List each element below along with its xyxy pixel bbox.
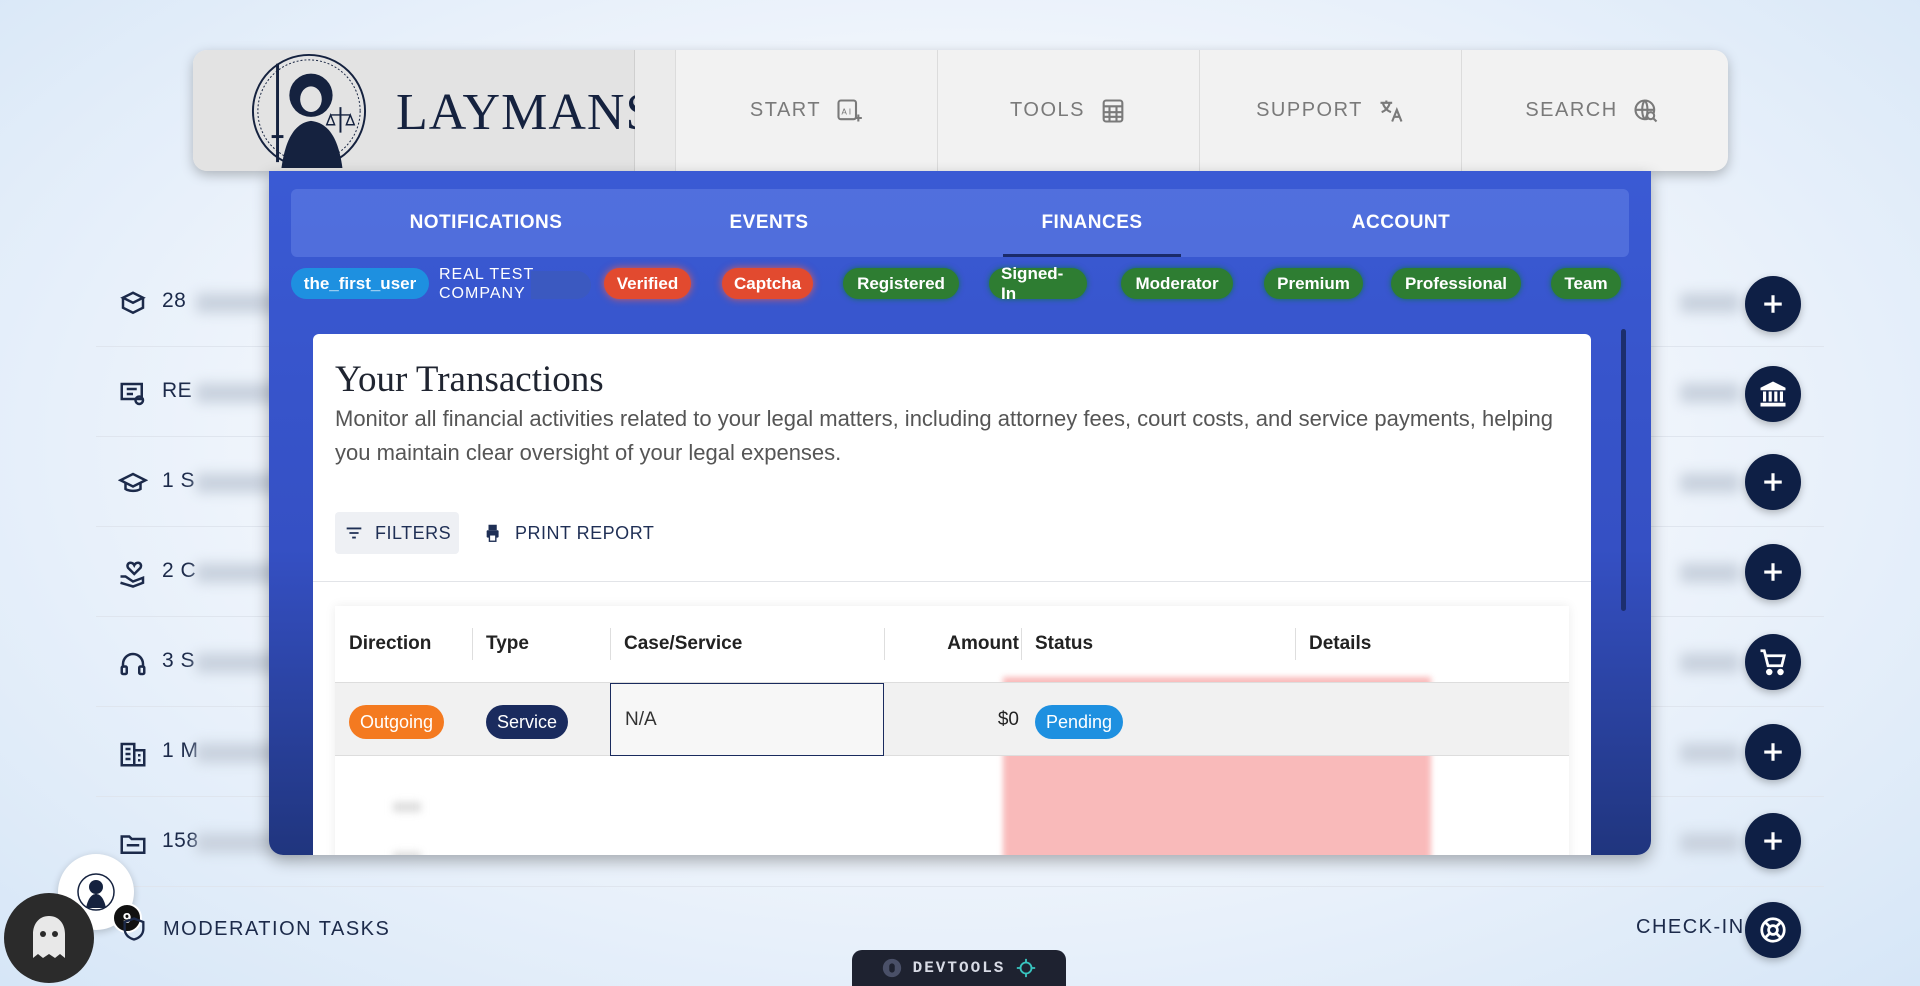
crosshair-icon: [1017, 958, 1036, 978]
calculator-icon: [1102, 98, 1124, 123]
company-name: REAL TEST COMPANY: [439, 266, 534, 302]
check-in-button[interactable]: [1745, 902, 1801, 958]
page-title: Your Transactions: [335, 359, 604, 400]
column-header[interactable]: Type: [472, 606, 610, 682]
plus-icon: [1764, 473, 1782, 491]
brand-name: LAYMANS: [396, 84, 656, 141]
add-button[interactable]: [1745, 724, 1801, 780]
add-button[interactable]: [1745, 276, 1801, 332]
status-badge: Premium: [1264, 268, 1363, 299]
transactions-card: Your Transactions Monitor all financial …: [313, 334, 1591, 855]
brand-home-link[interactable]: LAYMANS: [193, 50, 654, 171]
list-item-label: 1 M: [162, 739, 199, 762]
list-item-label: 2 C: [162, 559, 197, 582]
status-badge: Captcha: [722, 268, 813, 299]
status-badge: Moderator: [1121, 268, 1233, 299]
tab-notifications[interactable]: NOTIFICATIONS: [371, 189, 601, 257]
column-header[interactable]: Case/Service: [610, 606, 884, 682]
status-badge: Signed-In: [989, 264, 1087, 303]
folder-icon: [118, 829, 148, 859]
ai-sparkle-icon: AI: [837, 98, 862, 121]
lifebuoy-icon: [1760, 917, 1786, 943]
status-badge: Pending: [1035, 705, 1124, 739]
search-globe-icon: [1634, 98, 1657, 122]
lady-justice-logo-icon: [77, 873, 115, 911]
shield-lock-icon: [882, 958, 901, 978]
certificate-icon: [118, 379, 148, 409]
add-button[interactable]: [1745, 454, 1801, 510]
column-header[interactable]: Direction: [335, 606, 472, 682]
check-in-label[interactable]: CHECK-IN: [1636, 916, 1745, 939]
box-hand-icon: [118, 289, 148, 319]
plus-icon: [1764, 563, 1782, 581]
tab-events[interactable]: EVENTS: [679, 189, 859, 257]
building-icon: [118, 739, 148, 769]
plus-icon: [1764, 832, 1782, 850]
list-item-label: 3 S: [162, 649, 196, 672]
list-item-label: 28: [162, 289, 187, 312]
username-chip[interactable]: the_first_user: [291, 268, 429, 299]
list-item-label: 158: [162, 829, 199, 852]
status-badge: Professional: [1391, 268, 1521, 299]
top-navigation: LAYMANS START AI TOOLS SUPPORT SEARCH: [193, 50, 1728, 171]
transactions-table: Direction Type Case/Service Amount Statu…: [335, 606, 1569, 855]
tab-finances[interactable]: FINANCES: [1003, 189, 1181, 257]
list-item-label: RE: [162, 379, 193, 402]
nav-start[interactable]: START AI: [675, 50, 937, 171]
headset-icon: [118, 649, 148, 679]
column-header[interactable]: Status: [1021, 606, 1295, 682]
svg-text:AI: AI: [842, 106, 854, 116]
page-description: Monitor all financial activities related…: [335, 406, 1553, 465]
cart-button[interactable]: [1745, 634, 1801, 690]
dashboard-panel: NOTIFICATIONS EVENTS FINANCES ACCOUNT th…: [269, 171, 1651, 855]
filters-button[interactable]: FILTERS: [335, 512, 460, 554]
tab-bar: NOTIFICATIONS EVENTS FINANCES ACCOUNT: [291, 189, 1629, 257]
status-badge: Verified: [604, 268, 691, 299]
case-service-cell[interactable]: N/A: [610, 683, 884, 756]
type-badge: Service: [486, 705, 569, 739]
ghost-avatar-icon: [33, 916, 65, 958]
column-header[interactable]: Amount: [884, 606, 1019, 682]
hand-heart-icon: [118, 559, 148, 589]
nav-tools[interactable]: TOOLS: [937, 50, 1199, 171]
scrollbar-thumb[interactable]: [1621, 329, 1626, 611]
print-report-button[interactable]: PRINT REPORT: [475, 512, 662, 554]
plus-icon: [1764, 295, 1782, 313]
bank-icon: [1760, 381, 1786, 407]
lady-justice-logo-icon: [251, 53, 367, 169]
filter-icon: [346, 527, 362, 539]
plus-icon: [1764, 743, 1782, 761]
moderation-tasks-link[interactable]: MODERATION TASKS: [163, 918, 390, 941]
cart-icon: [1760, 649, 1787, 676]
translate-icon: [1380, 100, 1403, 122]
table-row[interactable]: Outgoing Service N/A $0 Pending: [335, 682, 1569, 756]
add-button[interactable]: [1745, 813, 1801, 869]
shield-icon: [123, 917, 145, 941]
bank-button[interactable]: [1745, 366, 1801, 422]
amount-cell: $0: [997, 708, 1019, 730]
tab-account[interactable]: ACCOUNT: [1301, 189, 1501, 257]
column-header[interactable]: Details: [1295, 606, 1569, 682]
graduation-cap-icon: [117, 469, 149, 499]
scrollbar[interactable]: [1619, 323, 1627, 845]
direction-badge: Outgoing: [349, 705, 445, 739]
status-badge: Team: [1551, 268, 1621, 299]
list-item-label: 1 S: [162, 469, 196, 492]
nav-support[interactable]: SUPPORT: [1199, 50, 1461, 171]
devtools-toggle[interactable]: DEVTOOLS: [852, 950, 1066, 986]
print-icon: [486, 524, 499, 542]
add-button[interactable]: [1745, 544, 1801, 600]
nav-search[interactable]: SEARCH: [1461, 50, 1723, 171]
avatar[interactable]: [4, 893, 94, 983]
status-badge: Registered: [843, 268, 959, 299]
